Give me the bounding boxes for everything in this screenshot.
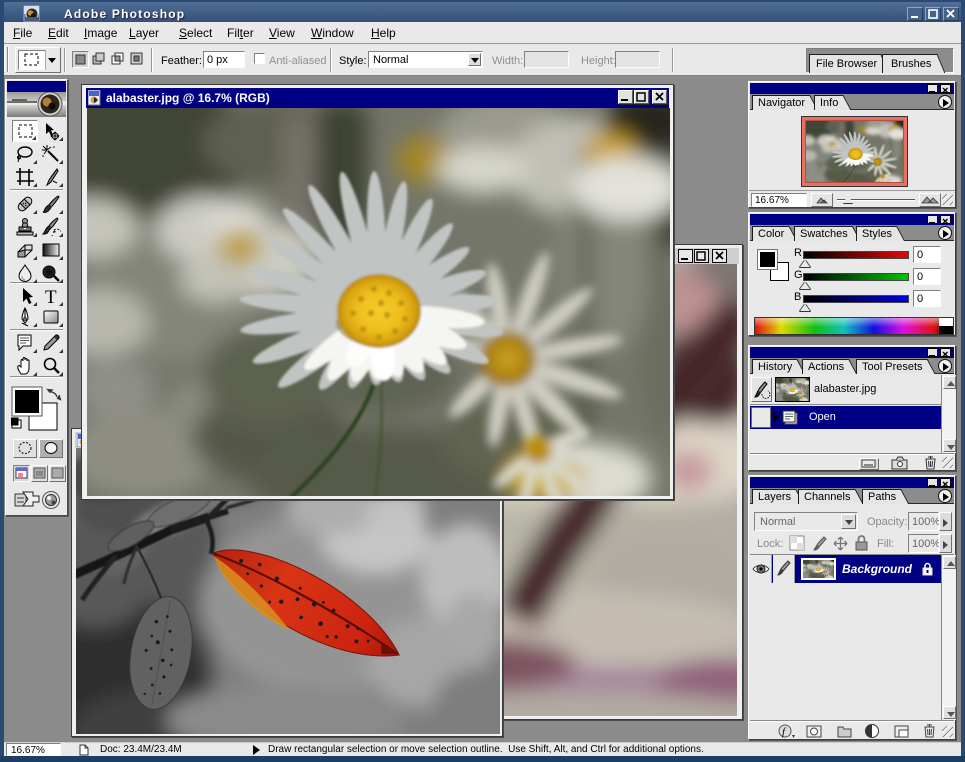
svg-text:T: T [45,287,57,306]
